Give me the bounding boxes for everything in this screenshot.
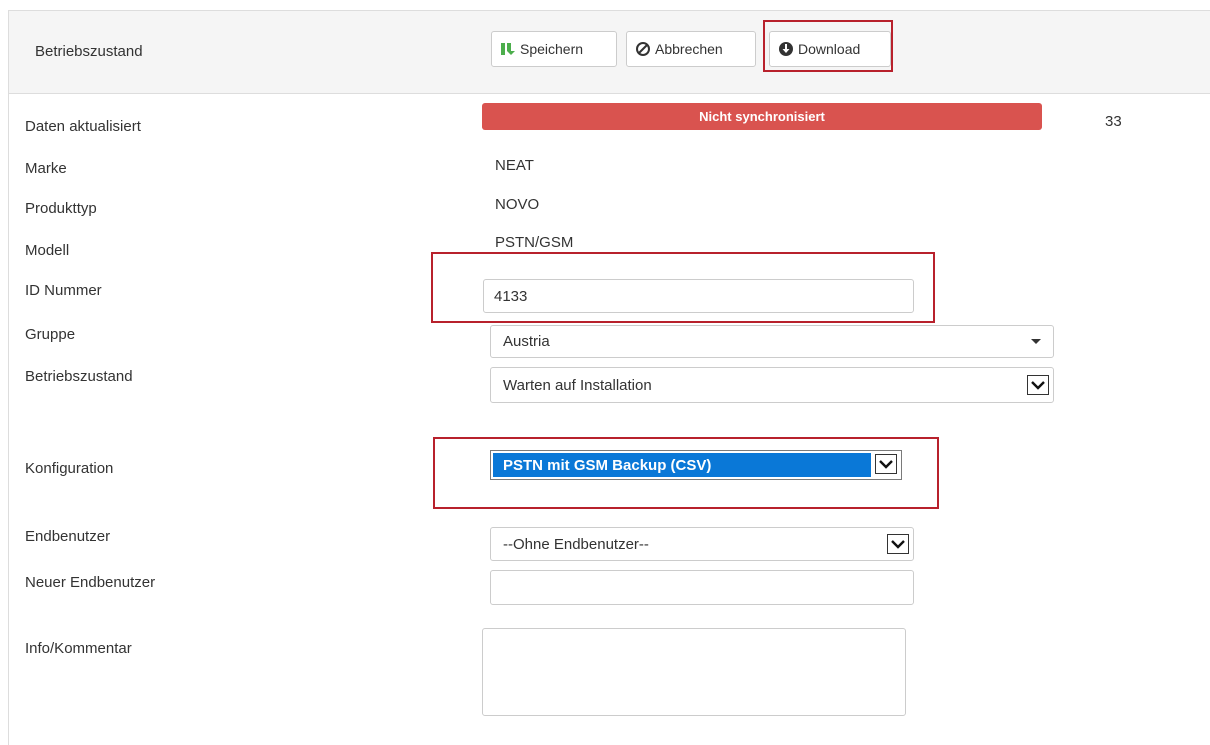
- model-value: PSTN/GSM: [495, 234, 574, 251]
- caret-down-icon: [1031, 339, 1041, 344]
- sync-status-bar: Nicht synchronisiert: [482, 103, 1042, 130]
- id-number-input[interactable]: 4133: [483, 279, 914, 313]
- new-end-user-input[interactable]: [490, 570, 914, 605]
- configuration-select[interactable]: PSTN mit GSM Backup (CSV): [490, 450, 902, 480]
- configuration-selected-value: PSTN mit GSM Backup (CSV): [493, 453, 871, 477]
- label-end-user: Endbenutzer: [25, 528, 111, 545]
- panel-title: Betriebszustand: [35, 43, 143, 60]
- save-button-label: Speichern: [520, 41, 584, 57]
- label-new-end-user: Neuer Endbenutzer: [25, 574, 156, 591]
- download-button-label: Download: [798, 41, 861, 57]
- chevron-down-icon: [1027, 375, 1049, 395]
- chevron-down-icon: [875, 454, 897, 474]
- cancel-button-label: Abbrechen: [655, 41, 723, 57]
- save-button[interactable]: Speichern: [491, 31, 617, 67]
- chevron-down-icon: [887, 534, 909, 554]
- end-user-select[interactable]: --Ohne Endbenutzer--: [490, 527, 914, 561]
- download-circle-icon: [778, 41, 794, 57]
- label-id-number: ID Nummer: [25, 282, 102, 299]
- product-type-value: NOVO: [495, 196, 540, 213]
- ban-icon: [635, 41, 651, 57]
- operating-state-select[interactable]: Warten auf Installation: [490, 367, 1054, 403]
- update-count: 33: [1105, 113, 1122, 130]
- label-configuration: Konfiguration: [25, 460, 114, 477]
- panel-heading: Betriebszustand Speichern Abbrechen Down…: [9, 11, 1210, 94]
- label-info-comment: Info/Kommentar: [25, 640, 132, 657]
- label-model: Modell: [25, 242, 70, 259]
- label-brand: Marke: [25, 160, 67, 177]
- group-select[interactable]: Austria: [490, 325, 1054, 358]
- label-product-type: Produkttyp: [25, 200, 97, 217]
- end-user-selected-value: --Ohne Endbenutzer--: [503, 535, 649, 553]
- info-comment-textarea[interactable]: [482, 628, 906, 716]
- brand-value: NEAT: [495, 157, 534, 174]
- label-group: Gruppe: [25, 326, 76, 343]
- operating-state-selected-value: Warten auf Installation: [503, 376, 652, 394]
- download-button[interactable]: Download: [769, 31, 891, 67]
- cancel-button[interactable]: Abbrechen: [626, 31, 756, 67]
- label-operating-state: Betriebszustand: [25, 368, 133, 385]
- group-selected-value: Austria: [503, 333, 550, 350]
- id-number-value: 4133: [494, 287, 528, 305]
- save-icon: [500, 41, 516, 57]
- label-data-updated: Daten aktualisiert: [25, 118, 141, 135]
